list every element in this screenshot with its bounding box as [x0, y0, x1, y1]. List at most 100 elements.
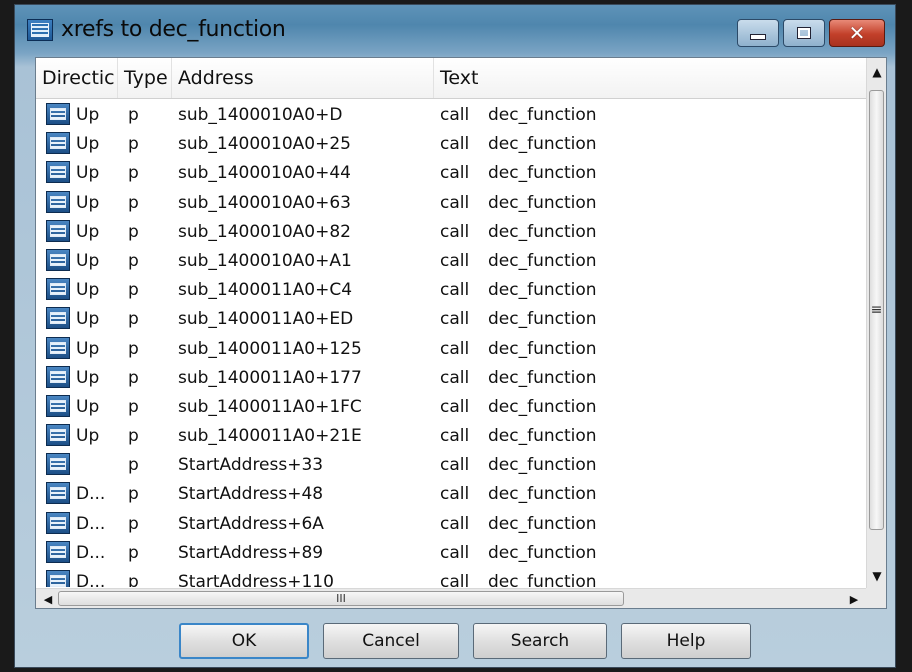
- instruction-cell: call: [440, 309, 470, 330]
- maximize-button[interactable]: [783, 19, 825, 47]
- type-cell: p: [128, 192, 139, 213]
- xref-list-icon: [46, 365, 70, 388]
- close-button[interactable]: ✕: [829, 19, 885, 47]
- table-row[interactable]: Up p sub_1400011A0+177 call dec_function: [36, 363, 868, 392]
- direction-cell: Up: [76, 163, 100, 184]
- table-row[interactable]: Up p sub_1400010A0+82 call dec_function: [36, 217, 868, 246]
- column-header-direction[interactable]: Directic: [36, 58, 118, 98]
- xref-list-icon: [46, 219, 70, 242]
- operand-cell: dec_function: [488, 105, 597, 125]
- table-row[interactable]: D... p StartAddress+48 call dec_function: [36, 479, 868, 508]
- operand-cell: dec_function: [488, 484, 597, 505]
- xref-list-icon: [46, 540, 70, 563]
- operand-cell: dec_function: [488, 513, 597, 534]
- horizontal-scroll-thumb[interactable]: III: [58, 591, 624, 606]
- type-cell: p: [128, 105, 139, 125]
- column-header-text[interactable]: Text: [434, 58, 868, 98]
- xref-list-icon: [46, 278, 70, 301]
- search-button[interactable]: Search: [473, 623, 607, 659]
- direction-cell: D...: [76, 572, 106, 587]
- xref-list-icon: [27, 19, 53, 41]
- table-row[interactable]: Up p sub_1400010A0+44 call dec_function: [36, 158, 868, 187]
- ok-button[interactable]: OK: [179, 623, 309, 659]
- xref-list-icon: [46, 394, 70, 417]
- xref-list-icon: [46, 453, 70, 476]
- instruction-cell: call: [440, 192, 470, 213]
- title-bar[interactable]: xrefs to dec_function ✕: [15, 5, 895, 57]
- type-cell: p: [128, 250, 139, 271]
- type-cell: p: [128, 309, 139, 330]
- table-row[interactable]: Up p sub_1400010A0+25 call dec_function: [36, 129, 868, 158]
- list-rows: Up p sub_1400010A0+D call dec_function Up p sub…: [36, 100, 868, 590]
- direction-cell: D...: [76, 542, 106, 563]
- operand-cell: dec_function: [488, 192, 597, 213]
- instruction-cell: call: [440, 484, 470, 505]
- table-row[interactable]: D... p StartAddress+110 call dec_function: [36, 567, 868, 587]
- address-cell: sub_1400010A0+82: [178, 221, 351, 242]
- instruction-cell: call: [440, 221, 470, 242]
- column-header-type[interactable]: Type: [118, 58, 172, 98]
- table-row[interactable]: Up p sub_1400010A0+63 call dec_function: [36, 188, 868, 217]
- scroll-up-icon[interactable]: ▲: [867, 60, 886, 84]
- instruction-cell: call: [440, 455, 470, 476]
- xref-list-icon: [46, 511, 70, 534]
- horizontal-scrollbar[interactable]: ◀ III ▶: [36, 588, 868, 608]
- direction-cell: D...: [76, 513, 106, 534]
- operand-cell: dec_function: [488, 572, 597, 587]
- table-row[interactable]: Up p sub_1400011A0+ED call dec_function: [36, 304, 868, 333]
- type-cell: p: [128, 484, 139, 505]
- table-row[interactable]: Up p sub_1400010A0+A1 call dec_function: [36, 246, 868, 275]
- direction-cell: D...: [76, 484, 106, 505]
- operand-cell: dec_function: [488, 250, 597, 271]
- table-row[interactable]: D... p StartAddress+6A call dec_function: [36, 509, 868, 538]
- xref-list-icon: [46, 482, 70, 505]
- xref-list-icon: [46, 103, 70, 125]
- table-row[interactable]: Up p sub_1400011A0+1FC call dec_function: [36, 392, 868, 421]
- instruction-cell: call: [440, 367, 470, 388]
- instruction-cell: call: [440, 280, 470, 301]
- type-cell: p: [128, 426, 139, 447]
- type-cell: p: [128, 455, 139, 476]
- column-header-address[interactable]: Address: [172, 58, 434, 98]
- help-button[interactable]: Help: [621, 623, 751, 659]
- scroll-right-icon[interactable]: ▶: [844, 589, 864, 608]
- address-cell: StartAddress+33: [178, 455, 324, 476]
- instruction-cell: call: [440, 513, 470, 534]
- xref-list-icon: [46, 570, 70, 587]
- direction-cell: Up: [76, 367, 100, 388]
- scroll-left-icon[interactable]: ◀: [38, 589, 58, 608]
- table-row[interactable]: D... p StartAddress+89 call dec_function: [36, 538, 868, 567]
- instruction-cell: call: [440, 250, 470, 271]
- address-cell: sub_1400011A0+125: [178, 338, 362, 359]
- table-row[interactable]: Up p sub_1400011A0+125 call dec_function: [36, 334, 868, 363]
- direction-cell: Up: [76, 250, 100, 271]
- minimize-button[interactable]: [737, 19, 779, 47]
- instruction-cell: call: [440, 338, 470, 359]
- dialog-buttons: OK Cancel Search Help: [15, 623, 897, 663]
- xref-list-icon: [46, 161, 70, 184]
- maximize-icon: [797, 27, 811, 39]
- vertical-scrollbar[interactable]: ▲ ≡ ▼: [866, 58, 886, 590]
- instruction-cell: call: [440, 105, 470, 125]
- address-cell: sub_1400011A0+C4: [178, 280, 353, 301]
- vertical-scroll-thumb[interactable]: ≡: [869, 90, 884, 530]
- address-cell: sub_1400010A0+44: [178, 163, 351, 184]
- type-cell: p: [128, 134, 139, 155]
- scrollbar-corner: [866, 588, 886, 608]
- address-cell: sub_1400011A0+21E: [178, 426, 362, 447]
- address-cell: sub_1400011A0+177: [178, 367, 362, 388]
- address-cell: sub_1400010A0+25: [178, 134, 351, 155]
- cancel-button[interactable]: Cancel: [323, 623, 459, 659]
- xref-list-icon: [46, 132, 70, 155]
- table-row[interactable]: Up p sub_1400011A0+C4 call dec_function: [36, 275, 868, 304]
- scroll-down-icon[interactable]: ▼: [867, 564, 886, 588]
- list-header: Directic Type Address Text: [36, 58, 868, 99]
- table-row[interactable]: Up p sub_1400010A0+D call dec_function: [36, 100, 868, 129]
- table-row[interactable]: Up p sub_1400011A0+21E call dec_function: [36, 421, 868, 450]
- window-title: xrefs to dec_function: [61, 17, 286, 42]
- operand-cell: dec_function: [488, 280, 597, 301]
- instruction-cell: call: [440, 426, 470, 447]
- table-row[interactable]: p StartAddress+33 call dec_function: [36, 450, 868, 479]
- instruction-cell: call: [440, 572, 470, 587]
- xrefs-list[interactable]: Directic Type Address Text Up p sub_140001…: [35, 57, 887, 609]
